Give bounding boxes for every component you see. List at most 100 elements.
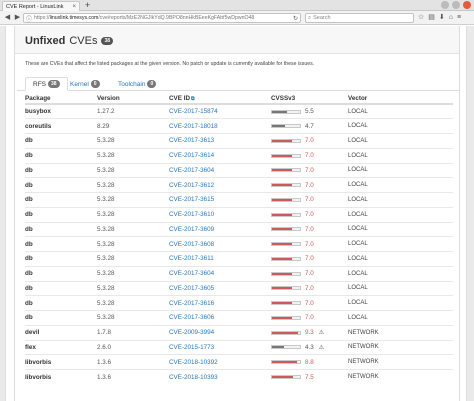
col-vector[interactable]: Vector (348, 94, 453, 105)
window-controls (441, 1, 471, 9)
bookmark-star-icon[interactable]: ☆ (418, 13, 424, 22)
cve-link[interactable]: CVE-2017-3613 (169, 133, 271, 149)
package-name: db (25, 280, 97, 296)
package-name: libvorbis (25, 354, 97, 370)
back-icon[interactable]: ◀ (3, 13, 12, 22)
cvss-bar (271, 153, 301, 158)
cve-link[interactable]: CVE-2017-3615 (169, 192, 271, 208)
cve-link[interactable]: CVE-2017-3609 (169, 221, 271, 237)
cve-link[interactable]: CVE-2017-18018 (169, 118, 271, 134)
package-name: libvorbis (25, 369, 97, 385)
cvss-cell: 7.0 (271, 265, 348, 281)
package-version: 1.3.6 (97, 354, 169, 370)
cvss-bar-fill (272, 154, 292, 157)
cve-link[interactable]: CVE-2017-3611 (169, 251, 271, 267)
home-icon[interactable]: ⌂ (449, 13, 453, 22)
cvss-score: 7.0 (305, 240, 314, 248)
url-text[interactable]: https://linuxlink.timesys.com/cve/report… (34, 15, 254, 21)
search-icon: ⌕ (308, 14, 312, 21)
tab-toolchain-count: 0 (147, 80, 157, 88)
search-bar[interactable]: ⌕ Search (305, 13, 414, 23)
cvss-bar (271, 227, 301, 232)
cvss-score: 7.0 (305, 137, 314, 145)
minimize-window-icon[interactable] (441, 1, 449, 9)
cve-count-badge: 38 (101, 37, 114, 45)
cvss-score: 7.0 (305, 299, 314, 307)
cvss-score: 4.7 (305, 122, 314, 130)
package-name: db (25, 177, 97, 193)
menu-icon[interactable]: ≡ (457, 13, 461, 22)
col-cvss[interactable]: CVSSv3 (271, 94, 348, 105)
cve-link[interactable]: CVE-2017-15874 (169, 103, 271, 119)
attack-vector: LOCAL (348, 236, 453, 252)
close-tab-icon[interactable]: × (72, 4, 76, 10)
cvss-bar-fill (272, 361, 297, 364)
table-row: busybox 1.27.2 CVE-2017-15874 5.5 LOCAL (25, 103, 453, 119)
table-row: coreutils 8.29 CVE-2017-18018 4.7 LOCAL (25, 118, 453, 134)
cvss-cell: 4.7 (271, 118, 348, 134)
cvss-bar-fill (272, 110, 288, 113)
site-info-icon[interactable]: ⓘ (26, 14, 32, 23)
cve-link[interactable]: CVE-2017-3612 (169, 177, 271, 193)
cve-link[interactable]: CVE-2017-3608 (169, 236, 271, 252)
cvss-bar (271, 345, 301, 350)
cve-link[interactable]: CVE-2017-3605 (169, 280, 271, 296)
cvss-cell: 7.0 (271, 310, 348, 326)
cvss-bar-fill (272, 243, 292, 246)
cve-link[interactable]: CVE-2017-3604 (169, 265, 271, 281)
forward-icon[interactable]: ▶ (13, 13, 22, 22)
col-package[interactable]: Package (25, 94, 97, 105)
cve-link[interactable]: CVE-2018-10393 (169, 369, 271, 385)
package-version: 5.3.28 (97, 133, 169, 149)
browser-tab[interactable]: CVE Report - LinuxLink × (2, 1, 80, 11)
cve-link[interactable]: CVE-2017-3610 (169, 206, 271, 222)
cvss-cell: 7.0 (271, 221, 348, 237)
cve-link[interactable]: CVE-2018-10392 (169, 354, 271, 370)
table-row: db 5.3.28 CVE-2017-3608 7.0 LOCAL (25, 236, 453, 252)
cvss-cell: 7.0 (271, 162, 348, 178)
cve-link[interactable]: CVE-2009-3994 (169, 324, 271, 340)
maximize-window-icon[interactable] (452, 1, 460, 9)
cve-link[interactable]: CVE-2015-1773 (169, 339, 271, 355)
reload-icon[interactable]: ↻ (293, 15, 298, 22)
page-scrollbar[interactable] (466, 26, 474, 401)
cvss-bar-fill (272, 331, 299, 334)
bookmarks-icon[interactable]: ▤ (428, 13, 435, 22)
package-name: db (25, 251, 97, 267)
package-version: 5.3.28 (97, 295, 169, 311)
table-row: db 5.3.28 CVE-2017-3604 7.0 LOCAL (25, 265, 453, 281)
package-version: 5.3.28 (97, 221, 169, 237)
url-host: linuxlink.timesys.com (49, 15, 99, 21)
cvss-score: 4.3 (305, 343, 314, 351)
url-bar[interactable]: ⓘ https://linuxlink.timesys.com/cve/repo… (23, 13, 301, 23)
tab-toolchain[interactable]: Toolchain 0 (111, 77, 163, 91)
cve-link[interactable]: CVE-2017-3616 (169, 295, 271, 311)
browser-toolbar-icons: ☆ ▤ ⬇ ⌂ ≡ (418, 13, 461, 22)
cve-link[interactable]: CVE-2017-3614 (169, 147, 271, 163)
page-title-rest: CVEs (69, 35, 98, 47)
col-cve-id[interactable]: CVE ID⧉ (169, 94, 271, 105)
cvss-bar-fill (272, 139, 292, 142)
attack-vector: LOCAL (348, 162, 453, 178)
table-row: db 5.3.28 CVE-2017-3613 7.0 LOCAL (25, 133, 453, 149)
close-window-icon[interactable] (463, 1, 471, 9)
tab-kernel[interactable]: Kernel 0 (63, 77, 107, 91)
download-icon[interactable]: ⬇ (439, 13, 445, 22)
attack-vector: NETWORK (348, 369, 453, 385)
url-prefix: https:// (34, 15, 50, 21)
package-name: coreutils (25, 118, 97, 134)
cvss-bar (271, 168, 301, 173)
table-row: db 5.3.28 CVE-2017-3616 7.0 LOCAL (25, 295, 453, 311)
attack-vector: LOCAL (348, 192, 453, 208)
attack-vector: LOCAL (348, 251, 453, 267)
package-name: db (25, 221, 97, 237)
col-version[interactable]: Version (97, 94, 169, 105)
browser-tab-title: CVE Report - LinuxLink (6, 3, 64, 10)
cve-link[interactable]: CVE-2017-3606 (169, 310, 271, 326)
package-version: 5.3.28 (97, 236, 169, 252)
new-tab-button[interactable]: + (85, 0, 90, 11)
cvss-bar (271, 183, 301, 188)
cve-link[interactable]: CVE-2017-3604 (169, 162, 271, 178)
tab-rfs[interactable]: RFS 38 (25, 77, 68, 91)
package-version: 5.3.28 (97, 177, 169, 193)
